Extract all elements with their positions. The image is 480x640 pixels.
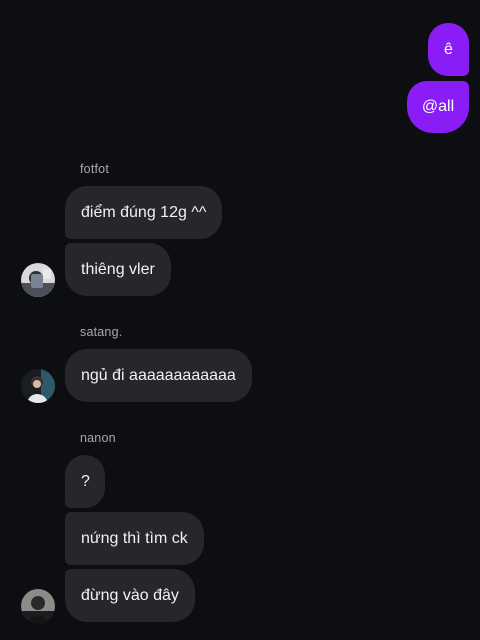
incoming-message-bubble[interactable]: ? [65, 455, 105, 508]
message-text: đừng vào đây [81, 586, 179, 604]
incoming-message-bubble[interactable]: nứng thì tìm ck [65, 512, 204, 565]
message-text: @all [421, 98, 455, 115]
message-text: thiêng vler [81, 260, 155, 278]
message-text: nứng thì tìm ck [81, 529, 188, 547]
avatar[interactable] [21, 589, 55, 623]
avatar[interactable] [21, 369, 55, 403]
avatar-photo [21, 369, 55, 403]
incoming-message-bubble[interactable]: thiêng vler [65, 243, 171, 296]
sender-name: nanon [80, 431, 116, 445]
incoming-message-bubble[interactable]: ngủ đi aaaaaaaaaaaa [65, 349, 252, 402]
outgoing-message-bubble[interactable]: ê [428, 23, 469, 76]
sender-name: fotfot [80, 162, 109, 176]
message-text: ? [81, 472, 90, 490]
message-text: điểm đúng 12g ^^ [81, 203, 207, 221]
message-text: ngủ đi aaaaaaaaaaaa [81, 366, 236, 384]
incoming-message-bubble[interactable]: điểm đúng 12g ^^ [65, 186, 223, 239]
avatar-photo [21, 589, 55, 623]
incoming-message-bubble[interactable]: đừng vào đây [65, 569, 195, 622]
avatar-photo [21, 263, 55, 297]
message-text: ê [444, 40, 453, 58]
outgoing-message-bubble[interactable]: @all [407, 81, 469, 133]
sender-name: satang. [80, 325, 123, 339]
avatar[interactable] [21, 263, 55, 297]
